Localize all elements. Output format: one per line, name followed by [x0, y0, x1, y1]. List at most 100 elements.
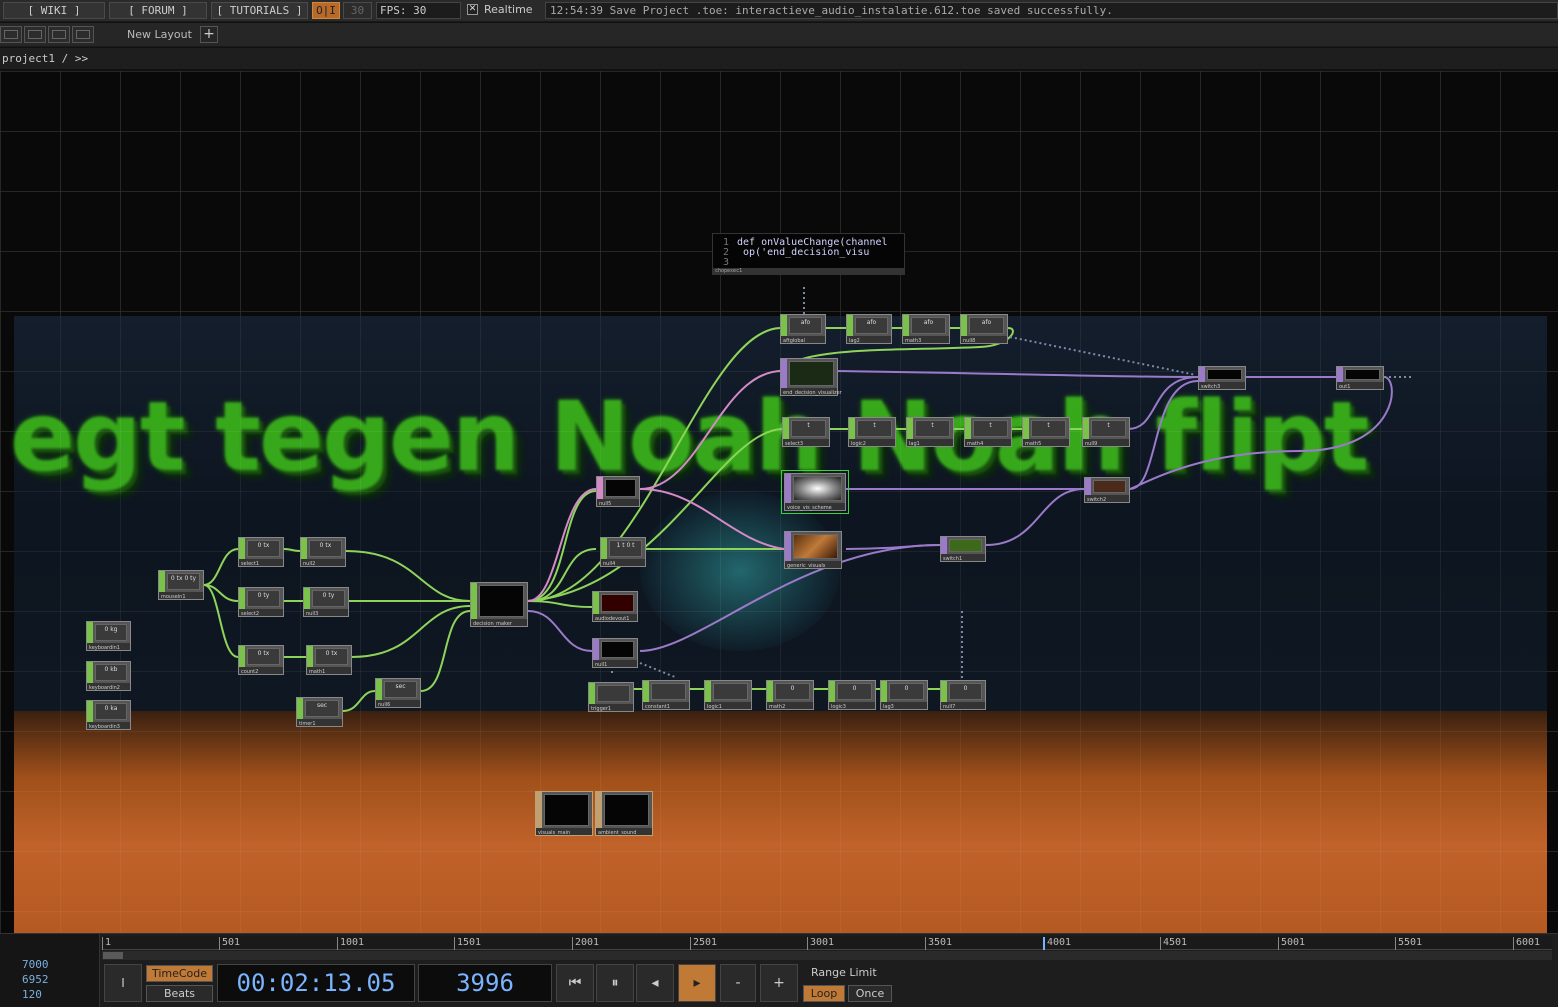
timeline-ruler[interactable]: 1 501 1001 1501 2001 2501 3001 3501 4001… [102, 936, 1552, 950]
node-viewer [604, 794, 649, 826]
perform-mode-toggle[interactable]: O|I [312, 2, 340, 19]
node-flag [239, 646, 245, 667]
operator-node[interactable]: sec null6 [375, 678, 421, 708]
node-viewer: t [791, 420, 826, 437]
node-name: aftglobal [783, 338, 805, 344]
node-name: lag2 [849, 338, 860, 344]
operator-node[interactable]: t null9 [1082, 417, 1130, 447]
ruler-tick: 2501 [690, 937, 717, 950]
operator-node[interactable]: logic1 [704, 680, 752, 710]
wire [1009, 336, 1197, 376]
node-name: constant1 [645, 704, 670, 710]
layout-single-icon[interactable] [0, 26, 22, 43]
node-flag [536, 792, 542, 828]
operator-node[interactable]: constant1 [642, 680, 690, 710]
range-limit-label: Range Limit [811, 966, 877, 979]
time-mode-button[interactable]: I [104, 964, 142, 1002]
operator-node[interactable]: afo math3 [902, 314, 950, 344]
beats-mode-button[interactable]: Beats [146, 985, 213, 1002]
operator-node[interactable]: afo aftglobal [780, 314, 826, 344]
step-forward-button[interactable]: + [760, 964, 798, 1002]
node-viewer: t [1031, 420, 1066, 437]
operator-node[interactable]: t select3 [782, 417, 830, 447]
node-flag [1199, 367, 1205, 382]
operator-node[interactable]: 0 ka keyboardin3 [86, 700, 131, 730]
operator-node[interactable]: t logic2 [848, 417, 896, 447]
operator-node[interactable]: 0 tx count2 [238, 645, 284, 675]
play-forward-button[interactable]: ▸ [678, 964, 716, 1002]
operator-node[interactable]: t math5 [1022, 417, 1070, 447]
operator-node[interactable]: switch3 [1198, 366, 1246, 390]
node-viewer: 0 [775, 683, 810, 700]
code-dat-panel[interactable]: 1 def onValueChange(channel 2 op('end_dec… [712, 233, 905, 275]
layout-bar: New Layout + [0, 23, 1558, 47]
operator-node[interactable]: end_decision_visualizer [780, 358, 842, 396]
add-layout-button[interactable]: + [200, 26, 218, 43]
play-reverse-button[interactable]: ◂ [636, 964, 674, 1002]
layout-split-horizontal-icon[interactable] [24, 26, 46, 43]
network-editor[interactable]: egt tegen Noah Noah flipt 1 def onValueC… [0, 71, 1558, 933]
operator-node[interactable]: 0 tx 0 ty mousein1 [158, 570, 204, 600]
node-name: math1 [309, 669, 326, 675]
operator-node[interactable]: 0 tx math1 [306, 645, 352, 675]
fps-dim-button[interactable]: 30 [343, 2, 372, 19]
operator-node[interactable]: 0 math2 [766, 680, 814, 710]
scrollbar-handle[interactable] [103, 952, 123, 959]
tutorials-button[interactable]: [ TUTORIALS ] [211, 2, 308, 19]
operator-node[interactable]: visuals_main [535, 791, 593, 836]
node-viewer [601, 594, 634, 612]
operator-node[interactable]: 1 t 0 t null4 [600, 537, 646, 567]
node-viewer: 0 tx 0 ty [167, 573, 200, 590]
operator-node[interactable]: null1 [592, 638, 638, 668]
operator-node[interactable]: 0 logic3 [828, 680, 876, 710]
network-path[interactable]: project1 / >> [2, 52, 88, 65]
operator-node[interactable]: afo lag2 [846, 314, 892, 344]
loop-button[interactable]: Loop [803, 985, 845, 1002]
node-viewer: afo [789, 317, 822, 334]
node-flag [941, 681, 947, 702]
operator-node[interactable]: voice_vis_scheme [781, 470, 849, 514]
rewind-button[interactable]: ⏮ [556, 964, 594, 1002]
operator-node[interactable]: null5 [596, 476, 640, 507]
node-name: trigger1 [591, 706, 612, 712]
fps-field[interactable]: FPS: 30 [376, 2, 461, 19]
pause-button[interactable]: ⏸ [596, 964, 634, 1002]
operator-node[interactable]: 0 tx select1 [238, 537, 284, 567]
layout-split-vertical-icon[interactable] [48, 26, 70, 43]
forum-button[interactable]: [ FORUM ] [109, 2, 207, 19]
layout-quad-icon[interactable] [72, 26, 94, 43]
node-flag [239, 538, 245, 559]
operator-node[interactable]: 0 ty select2 [238, 587, 284, 617]
node-name: select2 [241, 611, 260, 617]
path-bar: project1 / >> [0, 48, 1558, 70]
timecode-mode-button[interactable]: TimeCode [146, 965, 213, 982]
wiki-button[interactable]: [ WIKI ] [3, 2, 105, 19]
operator-node[interactable]: switch2 [1084, 477, 1130, 503]
operator-node[interactable]: audiodevout1 [592, 591, 638, 622]
operator-node[interactable]: 0 tx null2 [300, 537, 346, 567]
step-back-button[interactable]: - [720, 964, 756, 1002]
timeline-scrollbar[interactable] [102, 951, 1552, 960]
operator-node[interactable]: ambient_sound [595, 791, 653, 836]
operator-node[interactable]: afo null8 [960, 314, 1008, 344]
frame-display[interactable]: 3996 [418, 964, 552, 1002]
operator-node[interactable]: sec timer1 [296, 697, 343, 727]
node-flag [601, 538, 607, 559]
operator-node[interactable]: trigger1 [588, 682, 634, 712]
once-button[interactable]: Once [848, 985, 892, 1002]
operator-node[interactable]: 0 kb keyboardin2 [86, 661, 131, 691]
operator-node[interactable]: 0 lag3 [880, 680, 928, 710]
operator-node[interactable]: 0 ty null3 [303, 587, 349, 617]
operator-node[interactable]: generic_visuals [784, 531, 842, 569]
operator-node[interactable]: out1 [1336, 366, 1384, 390]
timecode-display[interactable]: 00:02:13.05 [217, 964, 415, 1002]
realtime-checkbox[interactable]: ✕ [467, 4, 478, 15]
operator-node[interactable]: 0 null7 [940, 680, 986, 710]
code-line-number: 3 [722, 257, 729, 268]
wire [639, 488, 785, 550]
operator-node[interactable]: switch1 [940, 536, 986, 562]
operator-node[interactable]: t lag1 [906, 417, 954, 447]
operator-node[interactable]: t math4 [964, 417, 1012, 447]
operator-node[interactable]: decision_maker [470, 582, 528, 627]
operator-node[interactable]: 0 kg keyboardin1 [86, 621, 131, 651]
